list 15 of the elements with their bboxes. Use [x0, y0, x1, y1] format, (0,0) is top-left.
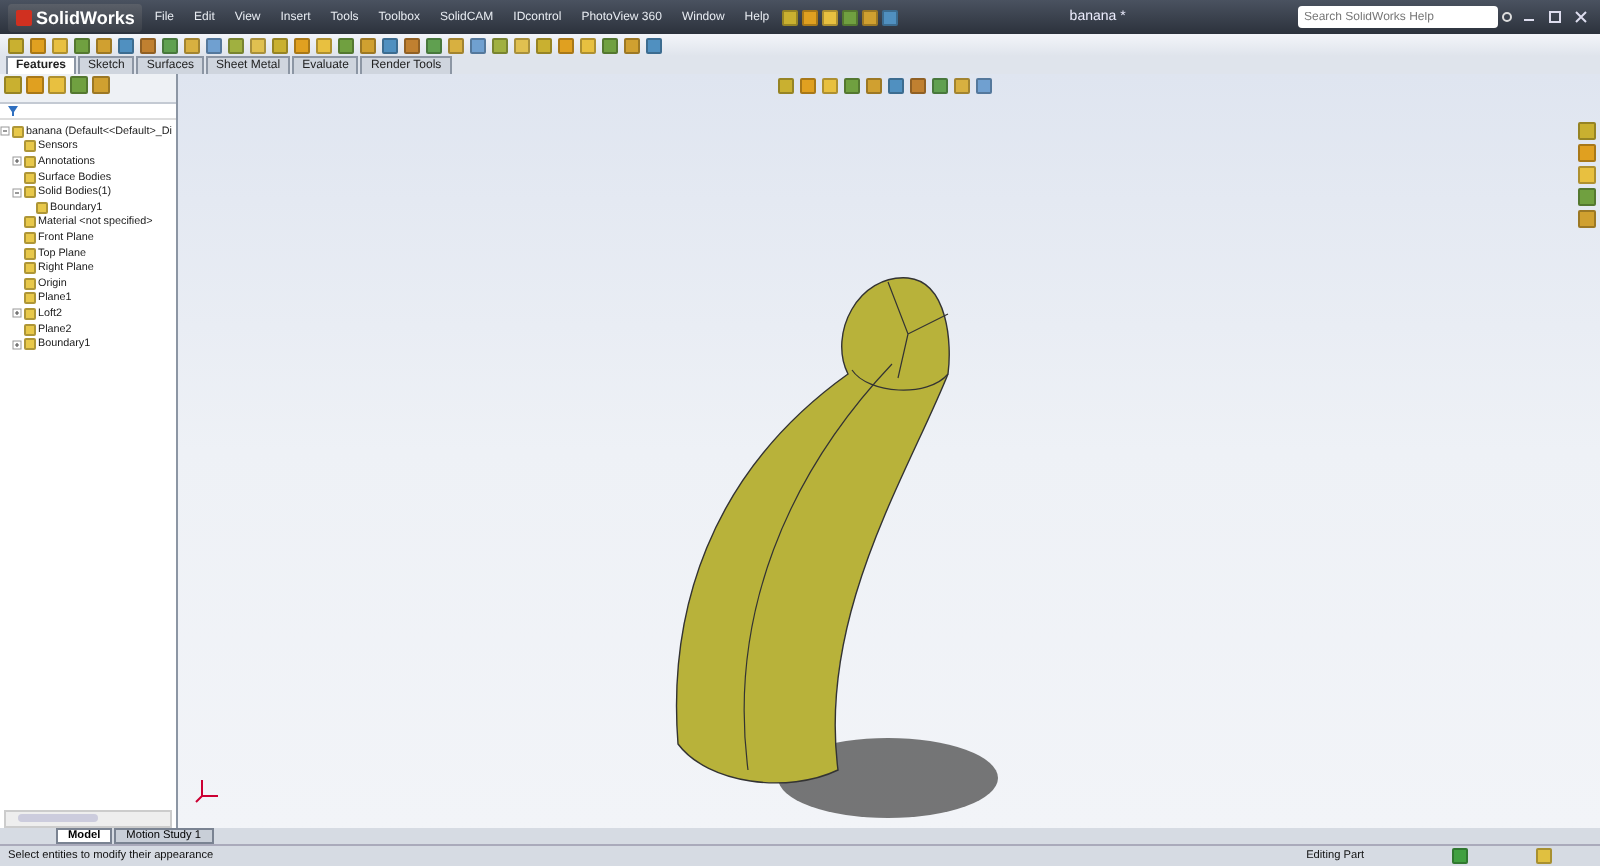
- close-icon[interactable]: [1574, 10, 1588, 24]
- expand-icon[interactable]: [12, 156, 22, 167]
- logo-icon: [16, 9, 32, 25]
- scrollbar[interactable]: [4, 810, 172, 828]
- expand-icon[interactable]: [12, 339, 22, 350]
- status-icon[interactable]: [1536, 848, 1552, 864]
- axis-triad-icon: [194, 776, 222, 804]
- collapse-icon[interactable]: [0, 126, 10, 137]
- search-icon[interactable]: [1502, 11, 1514, 23]
- app-logo: SolidWorks: [8, 3, 143, 31]
- status-icon[interactable]: [1452, 848, 1468, 864]
- 3d-viewport[interactable]: [178, 74, 1600, 828]
- collapse-icon[interactable]: [12, 187, 22, 198]
- expand-icon[interactable]: [12, 308, 22, 319]
- maximize-icon[interactable]: [1548, 10, 1562, 24]
